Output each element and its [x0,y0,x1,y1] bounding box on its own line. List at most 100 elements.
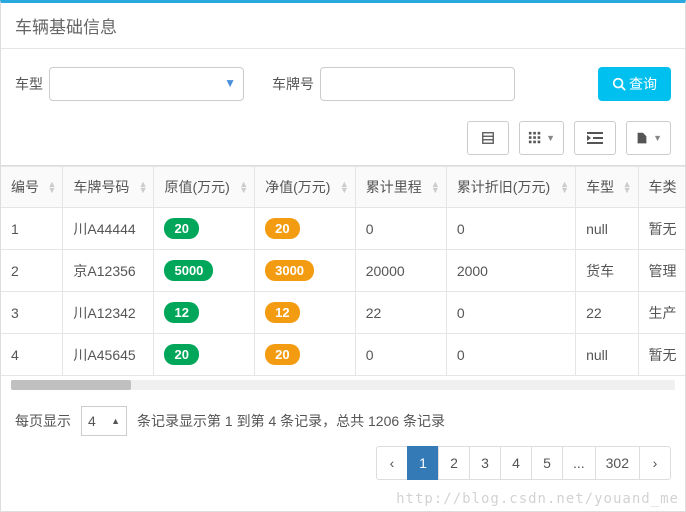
pagination: ‹12345...302› [1,436,685,480]
col-origval[interactable]: 原值(万元) ▲▼ [154,167,255,208]
sort-icon: ▲▼ [623,181,632,193]
page-1[interactable]: 1 [407,446,439,480]
col-type[interactable]: 车型 ▲▼ [576,167,638,208]
caret-up-icon: ▲ [111,416,120,426]
col-type-label: 车型 [586,179,614,195]
col-mileage-label: 累计里程 [366,179,422,195]
table-row[interactable]: 3川A12342121222022生产 [1,292,685,334]
cell-cat: 暂无 [638,334,685,376]
cell-depr: 0 [446,334,575,376]
cell-type: null [576,334,638,376]
col-netval-label: 净值(万元) [265,179,330,195]
netval-badge: 20 [265,218,299,239]
cell-netval: 3000 [255,250,356,292]
col-cat[interactable]: 车类 [638,167,685,208]
cell-netval: 12 [255,292,356,334]
page-5[interactable]: 5 [531,446,563,480]
type-select-input[interactable] [49,67,244,101]
cell-origval: 20 [154,208,255,250]
netval-badge: 12 [265,302,299,323]
origval-badge: 20 [164,218,198,239]
sort-icon: ▲▼ [239,181,248,193]
columns-button[interactable]: ▼ [519,121,564,155]
cell-netval: 20 [255,208,356,250]
col-netval[interactable]: 净值(万元) ▲▼ [255,167,356,208]
toggle-view-button[interactable] [467,121,509,155]
origval-badge: 12 [164,302,198,323]
cell-type: 货车 [576,250,638,292]
cell-mileage: 20000 [355,250,446,292]
table-row[interactable]: 1川A44444202000null暂无 [1,208,685,250]
col-idx[interactable]: 编号 ▲▼ [1,167,63,208]
horizontal-scrollbar[interactable] [11,380,675,390]
page-3[interactable]: 3 [469,446,501,480]
table-header-row: 编号 ▲▼ 车牌号码 ▲▼ 原值(万元) ▲▼ 净值(万元) ▲▼ 累计里程 ▲▼ 累计折… [1,167,685,208]
page-size-select[interactable]: 4 ▲ [81,406,127,436]
indent-icon [587,131,603,145]
cell-cat: 生产 [638,292,685,334]
cell-plate: 川A45645 [63,334,154,376]
page-302[interactable]: 302 [595,446,640,480]
page-size-label: 每页显示 [15,411,71,431]
data-table: 编号 ▲▼ 车牌号码 ▲▼ 原值(万元) ▲▼ 净值(万元) ▲▼ 累计里程 ▲▼ 累计折… [1,166,685,376]
cell-plate: 川A12342 [63,292,154,334]
netval-badge: 20 [265,344,299,365]
page-next[interactable]: › [639,446,671,480]
netval-badge: 3000 [265,260,314,281]
cell-plate: 川A44444 [63,208,154,250]
plate-label: 车牌号 [272,74,314,94]
panel-title: 车辆基础信息 [1,3,685,49]
col-mileage[interactable]: 累计里程 ▲▼ [355,167,446,208]
page-size-value: 4 [88,413,96,429]
table-row[interactable]: 4川A45645202000null暂无 [1,334,685,376]
indent-button[interactable] [574,121,616,155]
cell-type: null [576,208,638,250]
sort-icon: ▲▼ [431,181,440,193]
search-button[interactable]: 查询 [598,67,671,101]
cell-idx: 2 [1,250,63,292]
panel: 车辆基础信息 车型 ▼ 车牌号 查询 ▼ ▼ [0,0,686,512]
col-origval-label: 原值(万元) [164,179,229,195]
export-icon [635,131,649,145]
cell-mileage: 0 [355,334,446,376]
plate-input[interactable] [320,67,515,101]
search-button-label: 查询 [629,74,657,94]
cell-origval: 5000 [154,250,255,292]
toolbar: ▼ ▼ [1,115,685,165]
page-2[interactable]: 2 [438,446,470,480]
search-row: 车型 ▼ 车牌号 查询 [1,49,685,115]
col-idx-label: 编号 [11,179,39,195]
scrollbar-thumb[interactable] [11,380,131,390]
cell-mileage: 22 [355,292,446,334]
cell-idx: 1 [1,208,63,250]
cell-idx: 3 [1,292,63,334]
cell-depr: 2000 [446,250,575,292]
sort-icon: ▲▼ [560,181,569,193]
origval-badge: 5000 [164,260,213,281]
cell-mileage: 0 [355,208,446,250]
sort-icon: ▲▼ [340,181,349,193]
table-container: 编号 ▲▼ 车牌号码 ▲▼ 原值(万元) ▲▼ 净值(万元) ▲▼ 累计里程 ▲▼ 累计折… [1,165,685,376]
sort-icon: ▲▼ [139,181,148,193]
col-cat-label: 车类 [649,179,677,195]
watermark: http://blog.csdn.net/youand_me [396,491,679,507]
search-icon [612,77,626,91]
cell-idx: 4 [1,334,63,376]
col-depr[interactable]: 累计折旧(万元)▲▼ [446,167,575,208]
export-button[interactable]: ▼ [626,121,671,155]
records-info: 条记录显示第 1 到第 4 条记录，总共 1206 条记录 [137,411,445,431]
page-ellipsis[interactable]: ... [562,446,596,480]
footer: 每页显示 4 ▲ 条记录显示第 1 到第 4 条记录，总共 1206 条记录 [1,398,685,436]
cell-netval: 20 [255,334,356,376]
cell-depr: 0 [446,208,575,250]
cell-type: 22 [576,292,638,334]
sort-icon: ▲▼ [47,181,56,193]
page-prev[interactable]: ‹ [376,446,408,480]
list-icon [481,131,495,145]
col-plate[interactable]: 车牌号码 ▲▼ [63,167,154,208]
type-select[interactable]: ▼ [49,67,244,101]
page-4[interactable]: 4 [500,446,532,480]
table-row[interactable]: 2京A1235650003000200002000货车管理 [1,250,685,292]
cell-origval: 12 [154,292,255,334]
col-plate-label: 车牌号码 [73,179,129,195]
